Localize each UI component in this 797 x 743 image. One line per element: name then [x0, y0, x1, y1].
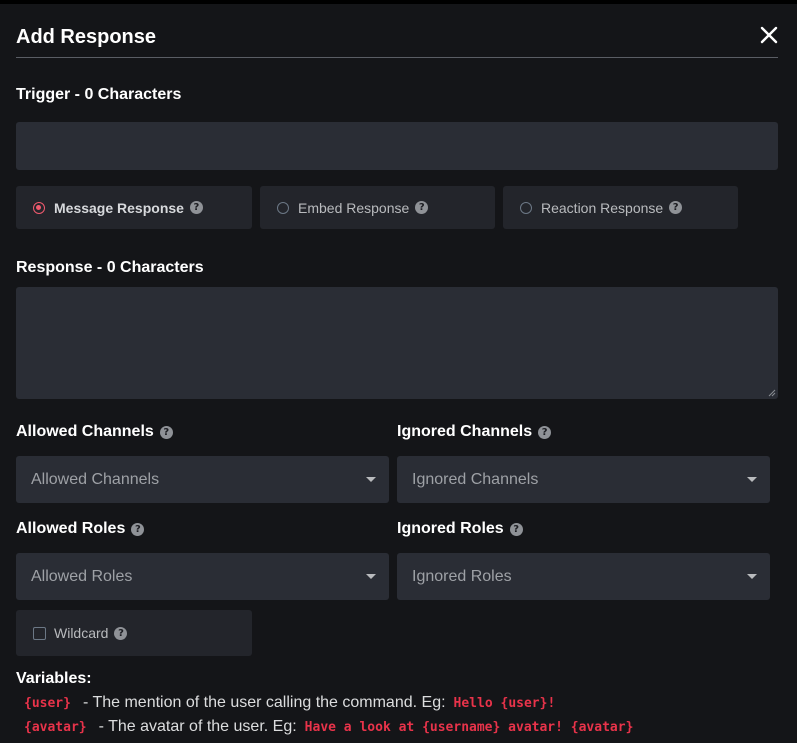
wildcard-checkbox[interactable]	[33, 626, 46, 640]
trigger-input[interactable]	[16, 122, 778, 170]
variable-example: Have a look at {username} avatar! {avata…	[304, 719, 634, 735]
question-circle-icon[interactable]: ?	[538, 426, 552, 439]
caret-down-icon	[747, 477, 757, 482]
variable-example: Hello {user}!	[453, 695, 556, 711]
caret-down-icon	[747, 574, 757, 579]
question-circle-icon[interactable]: ?	[415, 201, 429, 214]
variable-description: - The mention of the user calling the co…	[82, 694, 446, 711]
select-placeholder: Ignored Channels	[412, 470, 539, 488]
ignored-channels-label: Ignored Channels?	[397, 423, 552, 441]
allowed-channels-label: Allowed Channels?	[16, 423, 173, 441]
caret-down-icon	[366, 477, 376, 482]
trigger-label: Trigger - 0 Characters	[16, 86, 182, 103]
question-circle-icon[interactable]: ?	[189, 201, 203, 214]
allowed-channels-select[interactable]: Allowed Channels	[16, 456, 389, 503]
radio-button[interactable]	[520, 201, 532, 214]
caret-down-icon	[366, 574, 376, 579]
variable-row: {user} - The mention of the user calling…	[24, 694, 555, 712]
allowed-channels-label-text: Allowed Channels	[16, 423, 154, 440]
allowed-roles-label-text: Allowed Roles	[16, 520, 126, 537]
question-circle-icon[interactable]: ?	[159, 426, 173, 439]
radio-label: Reaction Response	[541, 199, 664, 216]
close-icon[interactable]	[756, 22, 782, 48]
ignored-roles-label-text: Ignored Roles	[397, 520, 504, 537]
question-circle-icon[interactable]: ?	[669, 201, 683, 214]
ignored-channels-label-text: Ignored Channels	[397, 423, 533, 440]
wildcard-option[interactable]: Wildcard ?	[16, 610, 252, 656]
select-placeholder: Allowed Channels	[31, 470, 160, 488]
ignored-roles-select[interactable]: Ignored Roles	[397, 553, 770, 600]
variable-description: - The avatar of the user. Eg:	[98, 718, 297, 735]
variables-heading: Variables:	[16, 670, 92, 687]
variable-name: {avatar}	[24, 719, 87, 735]
allowed-roles-label: Allowed Roles?	[16, 520, 145, 538]
ignored-channels-select[interactable]: Ignored Channels	[397, 456, 770, 503]
select-placeholder: Allowed Roles	[31, 567, 133, 585]
add-response-modal: Add Response Trigger - 0 Characters Mess…	[0, 4, 797, 743]
variable-row: {avatar} - The avatar of the user. Eg: H…	[24, 718, 633, 736]
modal-title: Add Response	[16, 26, 157, 48]
radio-label: Embed Response	[298, 199, 410, 216]
resize-handle-icon[interactable]	[768, 389, 776, 397]
select-placeholder: Ignored Roles	[412, 567, 512, 585]
ignored-roles-label: Ignored Roles?	[397, 520, 523, 538]
response-label: Response - 0 Characters	[16, 259, 204, 276]
radio-reaction-response[interactable]: Reaction Response ?	[503, 186, 738, 229]
question-circle-icon[interactable]: ?	[114, 626, 128, 640]
radio-button[interactable]	[277, 201, 289, 214]
radio-embed-response[interactable]: Embed Response ?	[260, 186, 495, 229]
response-textarea[interactable]	[16, 287, 778, 399]
radio-label: Message Response	[54, 199, 184, 216]
question-circle-icon[interactable]: ?	[131, 523, 145, 536]
wildcard-label: Wildcard	[54, 625, 109, 641]
question-circle-icon[interactable]: ?	[509, 523, 523, 536]
radio-button-checked[interactable]	[33, 201, 45, 214]
header-divider	[16, 57, 778, 58]
radio-message-response[interactable]: Message Response ?	[16, 186, 252, 229]
variable-name: {user}	[24, 695, 71, 711]
allowed-roles-select[interactable]: Allowed Roles	[16, 553, 389, 600]
